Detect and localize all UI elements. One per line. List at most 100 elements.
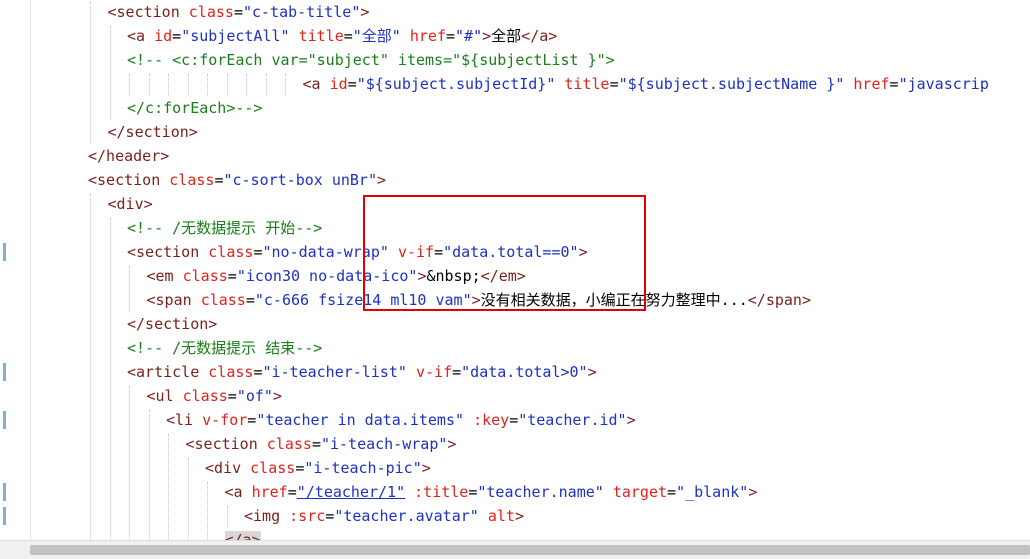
code-line[interactable]: <div> — [108, 192, 153, 216]
code-token-eq: = — [233, 3, 243, 21]
code-token-eq: = — [227, 267, 237, 285]
code-line[interactable]: </header> — [88, 144, 169, 168]
code-token-eq: = — [446, 27, 456, 45]
code-token-tag: </section> — [107, 123, 198, 141]
code-line[interactable]: <section class="c-sort-box unBr"> — [88, 168, 386, 192]
code-line[interactable]: <!-- /无数据提示 开始--> — [127, 216, 322, 240]
code-token-tag: <section — [185, 435, 258, 453]
code-token-val: "_blank" — [676, 483, 749, 501]
code-token-val: "subjectAll" — [181, 27, 290, 45]
indent-guide — [148, 74, 150, 96]
code-token-attr: class — [188, 3, 234, 21]
code-token-attr: :title — [414, 483, 469, 501]
code-token-tag: > — [421, 459, 431, 477]
indent-guide — [168, 74, 169, 96]
code-token-eq: = — [347, 75, 357, 93]
code-token-val: "data.total>0" — [461, 363, 588, 381]
code-token-sp — [258, 435, 267, 453]
code-token-sp — [241, 459, 250, 477]
code-token-val: "i-teacher-list" — [262, 363, 407, 381]
code-token-caret: </a> — [224, 531, 261, 540]
code-token-cmt: <!-- <c:forEach var="subject" items="${s… — [127, 51, 615, 69]
code-token-attr: alt — [487, 507, 515, 525]
code-token-attr: href — [409, 27, 446, 45]
indent-guide — [246, 74, 247, 96]
code-token-sp — [290, 27, 299, 45]
code-token-eq: = — [325, 507, 335, 525]
code-token-sp — [321, 75, 330, 93]
code-line[interactable]: </section> — [127, 312, 217, 336]
indent-guide — [90, 194, 91, 540]
code-token-tag: <img — [244, 507, 281, 525]
code-token-cmt: <!-- /无数据提示 开始--> — [127, 219, 323, 237]
code-token-attr: title — [298, 27, 344, 45]
horizontal-scrollbar[interactable] — [0, 540, 1030, 559]
code-token-tag: <li — [166, 411, 194, 429]
code-token-eq: = — [452, 363, 462, 381]
code-token-attr: class — [182, 387, 228, 405]
code-line[interactable]: <article class="i-teacher-list" v-if="da… — [127, 360, 597, 384]
code-token-tag: <span — [146, 291, 192, 309]
code-token-sp — [464, 411, 473, 429]
code-token-eq: = — [245, 291, 255, 309]
code-token-eq: = — [172, 27, 182, 45]
gutter-change-marker — [3, 363, 6, 381]
code-token-attr: class — [250, 459, 296, 477]
code-line[interactable]: <!-- <c:forEach var="subject" items="${s… — [127, 48, 615, 72]
code-line[interactable]: </section> — [108, 120, 198, 144]
code-token-attr: class — [266, 435, 312, 453]
code-token-tag: > — [447, 435, 457, 453]
scrollbar-thumb[interactable] — [30, 545, 1030, 555]
code-token-txt: 全部 — [491, 27, 522, 45]
code-line[interactable]: </a> — [224, 528, 261, 540]
code-line[interactable]: <div class="i-teach-pic"> — [205, 456, 431, 480]
indent-guide — [187, 458, 189, 540]
code-token-val: "teacher.name" — [477, 483, 604, 501]
code-token-val: "${subject.subjectName }" — [618, 75, 845, 93]
code-token-sp — [243, 483, 252, 501]
code-token-val: "全部" — [352, 27, 401, 45]
code-editor[interactable]: <section class="c-tab-title"> <a id="subj… — [0, 0, 1030, 540]
code-line[interactable]: </c:forEach>--> — [127, 96, 262, 120]
code-token-sp — [160, 171, 169, 189]
code-token-eq: = — [343, 27, 353, 45]
code-token-tag: <ul — [146, 387, 174, 405]
code-line[interactable]: <img :src="teacher.avatar" alt> — [244, 504, 524, 528]
code-token-cmt: <!-- /无数据提示 结束--> — [127, 339, 323, 357]
code-line[interactable]: <section class="c-tab-title"> — [108, 0, 370, 24]
code-token-attr: href — [251, 483, 288, 501]
code-token-attr: class — [200, 291, 246, 309]
code-token-sp — [180, 3, 189, 21]
code-token-eq: = — [287, 483, 297, 501]
code-line[interactable]: <ul class="of"> — [147, 384, 282, 408]
code-token-sp — [401, 27, 410, 45]
code-token-sp — [199, 243, 208, 261]
code-token-attr: :key — [473, 411, 510, 429]
code-token-attr: id — [329, 75, 348, 93]
code-token-tag: > — [587, 363, 597, 381]
code-line[interactable]: <a id="subjectAll" title="全部" href="#">全… — [127, 24, 557, 48]
code-token-attr: class — [208, 243, 254, 261]
indent-guide — [265, 74, 267, 96]
code-token-attr: id — [154, 27, 173, 45]
code-token-eq: = — [889, 75, 899, 93]
code-token-tag: <a — [224, 483, 243, 501]
code-line[interactable]: <a id="${subject.subjectId}" title="${su… — [303, 72, 989, 96]
code-token-eq: = — [509, 411, 519, 429]
code-line[interactable]: <li v-for="teacher in data.items" :key="… — [166, 408, 636, 432]
code-line[interactable]: <!-- /无数据提示 结束--> — [127, 336, 322, 360]
code-token-tag: > — [514, 507, 524, 525]
code-line[interactable]: <a href="/teacher/1" :title="teacher.nam… — [225, 480, 758, 504]
code-token-val: "teacher.id" — [518, 411, 627, 429]
code-line[interactable]: <section class="i-teach-wrap"> — [186, 432, 457, 456]
editor-gutter — [0, 0, 31, 540]
code-token-attr: title — [564, 75, 610, 93]
code-token-tag: <em — [146, 267, 174, 285]
code-token-sp — [174, 387, 183, 405]
gutter-change-marker — [3, 411, 6, 429]
code-token-tag: <section — [107, 3, 180, 21]
code-token-attr: v-if — [416, 363, 453, 381]
code-token-tag: <a — [127, 27, 146, 45]
code-token-link: "/teacher/1" — [296, 483, 406, 501]
code-token-tag: > — [360, 3, 370, 21]
